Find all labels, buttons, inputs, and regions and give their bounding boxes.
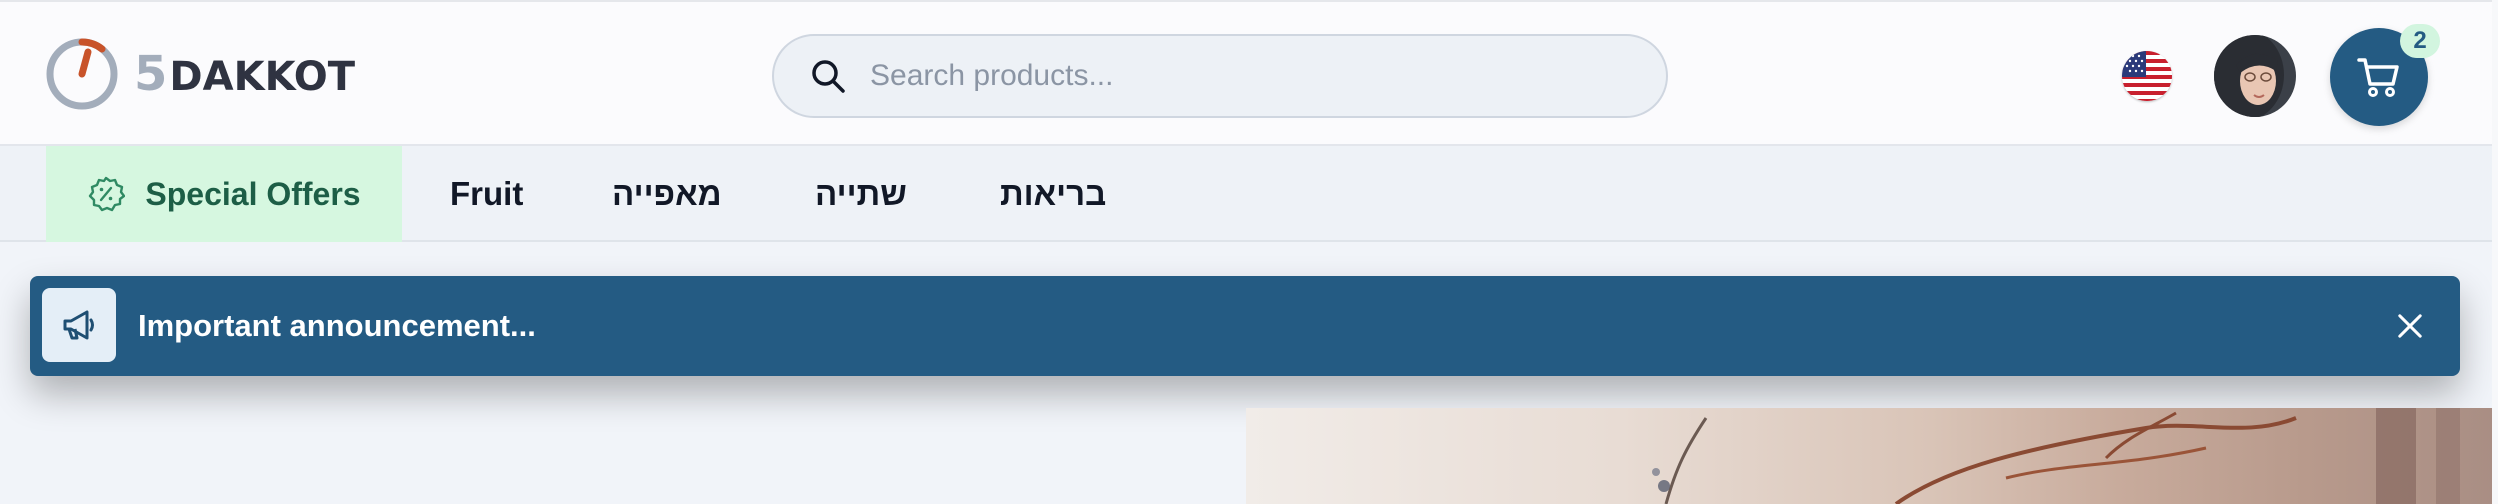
hero-image xyxy=(1246,408,2492,504)
discount-badge-icon xyxy=(89,176,126,212)
logo-clock-icon xyxy=(46,38,118,110)
logo[interactable]: 5 DAKKOT xyxy=(44,36,355,112)
nav-item-fruit[interactable]: Fruit xyxy=(450,146,523,242)
nav-item-label: מאפייה xyxy=(612,175,722,212)
nav-item-label: Fruit xyxy=(450,175,524,212)
close-button[interactable] xyxy=(2390,306,2430,346)
announcement-text: Important announcement... xyxy=(138,308,536,343)
page-scrollbar[interactable] xyxy=(2492,0,2498,504)
nav-item-drinks[interactable]: שתייה xyxy=(815,146,907,242)
logo-wordmark: 5 DAKKOT xyxy=(134,46,355,102)
search-input[interactable] xyxy=(870,46,1630,106)
announcement-bar: Important announcement... xyxy=(30,276,2460,376)
nav-item-special-offers[interactable]: Special Offers xyxy=(46,146,402,242)
user-avatar[interactable] xyxy=(2214,35,2296,117)
nav-item-label: בריאות xyxy=(1000,175,1107,212)
megaphone-icon xyxy=(63,310,94,340)
announcement-icon-box xyxy=(42,288,116,362)
search-icon[interactable] xyxy=(808,56,848,96)
cart-button[interactable]: 2 xyxy=(2330,24,2440,126)
category-nav: Special Offers Fruit מאפייה שתייה בריאות xyxy=(0,146,2492,242)
shopping-cart-icon xyxy=(2357,58,2399,97)
logo-word: DAKKOT xyxy=(169,54,356,100)
search-bar[interactable] xyxy=(772,34,1668,118)
site-header: 5 DAKKOT Search products... 2 xyxy=(0,0,2492,146)
logo-digit: 5 xyxy=(134,46,168,102)
us-flag-icon[interactable] xyxy=(2122,51,2172,101)
nav-item-label: שתייה xyxy=(815,175,907,212)
close-icon xyxy=(2398,314,2422,338)
special-offers-label: Special Offers xyxy=(145,175,361,212)
nav-item-bakery[interactable]: מאפייה xyxy=(612,146,722,242)
nav-item-health[interactable]: בריאות xyxy=(1000,146,1106,242)
cart-count-badge: 2 xyxy=(2400,24,2440,58)
